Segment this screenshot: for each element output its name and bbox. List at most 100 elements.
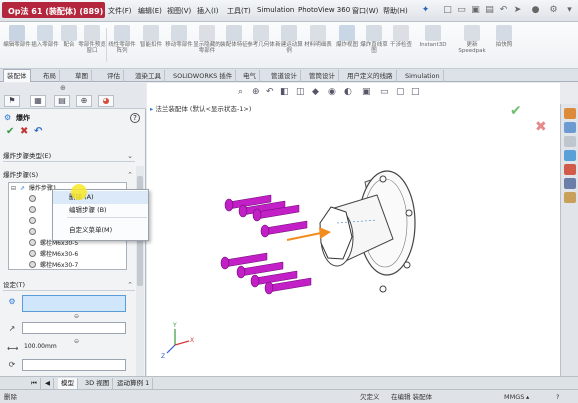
feature-tree-tab-icon[interactable]: ⚑	[4, 95, 20, 107]
previous-view-icon[interactable]: ↶	[266, 87, 274, 97]
edit-appearance-icon[interactable]: ◐	[344, 87, 352, 97]
restore-window-icon[interactable]: ▢	[396, 87, 405, 97]
view-settings-icon[interactable]: ▭	[380, 87, 389, 97]
menu-insert[interactable]: 插入(I)	[197, 6, 219, 16]
list-item[interactable]	[29, 217, 40, 227]
expand-dot-icon[interactable]: ⊖	[74, 313, 79, 320]
config-tab-icon[interactable]: ▤	[54, 95, 70, 107]
tab-model[interactable]: 模型	[58, 378, 78, 389]
property-tab-icon[interactable]: ▦	[30, 95, 46, 107]
nav-first-icon[interactable]: ⏮	[28, 378, 41, 389]
update-speedpak-button[interactable]: 更新Speedpak	[455, 24, 489, 66]
tab-assembly[interactable]: 装配体	[3, 69, 31, 82]
appearances-icon[interactable]	[564, 164, 576, 175]
custom-properties-icon[interactable]	[564, 178, 576, 189]
apply-scene-icon[interactable]: ▣	[362, 87, 371, 97]
menu-edit[interactable]: 编辑(E)	[138, 6, 162, 16]
hide-show-icon[interactable]: ◉	[328, 87, 336, 97]
tab-sketch[interactable]: 草图	[72, 70, 92, 82]
app-logo[interactable]: Op法 61 (装配体) (889)	[2, 2, 105, 18]
status-units[interactable]: MMGS	[504, 392, 524, 402]
undo-icon[interactable]: ↶	[498, 5, 509, 16]
tab-layout[interactable]: 布局	[40, 70, 60, 82]
edit-component-button[interactable]: 编辑零部件	[3, 24, 31, 66]
tab-solidworks-addins[interactable]: SOLIDWORKS 插件	[170, 70, 237, 82]
print-icon[interactable]: ▤	[484, 5, 495, 16]
bolt[interactable]	[260, 220, 308, 238]
bolt-group[interactable]	[220, 194, 312, 295]
maximize-window-icon[interactable]: □	[411, 87, 420, 97]
pin-icon[interactable]: ✦	[420, 5, 431, 16]
list-item[interactable]: 螺栓M6x30-7	[29, 261, 78, 269]
menu-file[interactable]: 文件(F)	[108, 6, 132, 16]
open-icon[interactable]: ▭	[456, 5, 467, 16]
ok-button[interactable]: ✔	[6, 127, 14, 137]
new-motion-study-button[interactable]: 新建运动算例	[275, 24, 303, 66]
interference-check-button[interactable]: 干涉检查	[387, 24, 415, 66]
smart-fasteners-button[interactable]: 智能扣件	[137, 24, 165, 66]
panel-expand-icon[interactable]: ⊕	[60, 84, 66, 92]
undo-button[interactable]: ↶	[34, 127, 42, 137]
show-hidden-button[interactable]: 显示隐藏的零部件	[193, 24, 221, 66]
confirm-corner-cancel-icon[interactable]: ✖	[535, 119, 547, 135]
view-orientation-icon[interactable]: ◫	[296, 87, 305, 97]
bom-button[interactable]: 材料明细表	[304, 24, 332, 66]
tab-user-routes[interactable]: 用户定义的线路	[344, 70, 397, 82]
exploded-view-button[interactable]: 爆炸视图	[333, 24, 361, 66]
section-steps[interactable]: 爆炸步骤(S) ⌃	[3, 169, 135, 181]
tab-electrical[interactable]: 电气	[240, 70, 260, 82]
section-settings[interactable]: 设定(T) ⌃	[3, 279, 135, 291]
assembly-features-button[interactable]: 装配体特征	[220, 24, 248, 66]
menu-tools[interactable]: 工具(T)	[227, 6, 251, 16]
model-viewport[interactable]: Y X Z	[147, 83, 560, 376]
new-icon[interactable]: □	[442, 5, 453, 16]
chevron-up-icon[interactable]: ⌃	[127, 279, 133, 291]
list-item[interactable]	[29, 195, 40, 205]
menu-help[interactable]: 帮助(H)	[383, 6, 408, 16]
display-tab-icon[interactable]: ◕	[98, 95, 114, 107]
status-help-icon[interactable]: ?	[556, 392, 559, 402]
menu-window[interactable]: 窗口(W)	[352, 6, 378, 16]
resources-icon[interactable]	[564, 108, 576, 119]
chevron-down-icon[interactable]: ⌄	[127, 150, 133, 162]
section-view-icon[interactable]: ◧	[280, 87, 289, 97]
take-snapshot-button[interactable]: 拍快照	[490, 24, 518, 66]
zoom-fit-icon[interactable]: ⌕	[238, 87, 243, 97]
direction-field[interactable]	[22, 322, 126, 334]
breadcrumb[interactable]: ▸ 法兰装配体 (默认<显示状态-1>)	[150, 103, 251, 113]
nav-prev-icon[interactable]: ◀	[42, 378, 54, 389]
linear-pattern-button[interactable]: 线性零部件阵列	[108, 24, 136, 66]
distance-field[interactable]: 100.00mm	[22, 342, 126, 354]
tab-motion-study[interactable]: 运动算例 1	[114, 378, 154, 389]
menu-view[interactable]: 视图(V)	[167, 6, 191, 16]
tab-tubing[interactable]: 管筒设计	[306, 70, 339, 82]
display-style-icon[interactable]: ◆	[312, 87, 319, 97]
tree-root-step[interactable]: ⊟ ⇗ 爆炸步骤1	[11, 184, 57, 194]
minimize-icon[interactable]: ▾	[564, 5, 575, 16]
context-customize-menu[interactable]: 自定义菜单(M)	[53, 224, 148, 237]
options-icon[interactable]: ⚙	[548, 5, 559, 16]
components-selection-box[interactable]	[22, 295, 126, 312]
chevron-up-icon[interactable]: ⌃	[127, 169, 133, 181]
graphics-area[interactable]: Y X Z	[147, 83, 560, 376]
explode-line-sketch-button[interactable]: 爆炸直线草图	[360, 24, 388, 66]
tab-evaluate[interactable]: 评估	[104, 70, 124, 82]
confirm-corner-accept-icon[interactable]: ✔	[510, 103, 522, 119]
flange-part[interactable]	[319, 170, 416, 293]
context-delete[interactable]: 删除 (A)	[53, 191, 148, 204]
list-item[interactable]	[29, 228, 40, 238]
units-chevron-icon[interactable]: ▴	[526, 392, 529, 402]
tab-piping[interactable]: 管道设计	[268, 70, 301, 82]
forum-icon[interactable]	[564, 192, 576, 203]
reference-geometry-button[interactable]: 参考几何体	[247, 24, 275, 66]
file-explorer-icon[interactable]	[564, 136, 576, 147]
save-icon[interactable]: ▣	[470, 5, 481, 16]
tab-simulation[interactable]: Simulation	[402, 70, 444, 82]
menu-simulation[interactable]: Simulation	[257, 6, 294, 14]
zoom-area-icon[interactable]: ⊕	[252, 87, 260, 97]
dimxpert-tab-icon[interactable]: ⊕	[76, 95, 92, 107]
component-preview-button[interactable]: 零部件预览窗口	[78, 24, 106, 66]
design-library-icon[interactable]	[564, 122, 576, 133]
rotation-axis-field[interactable]	[22, 359, 126, 371]
rebuild-icon[interactable]: ●	[530, 5, 541, 16]
